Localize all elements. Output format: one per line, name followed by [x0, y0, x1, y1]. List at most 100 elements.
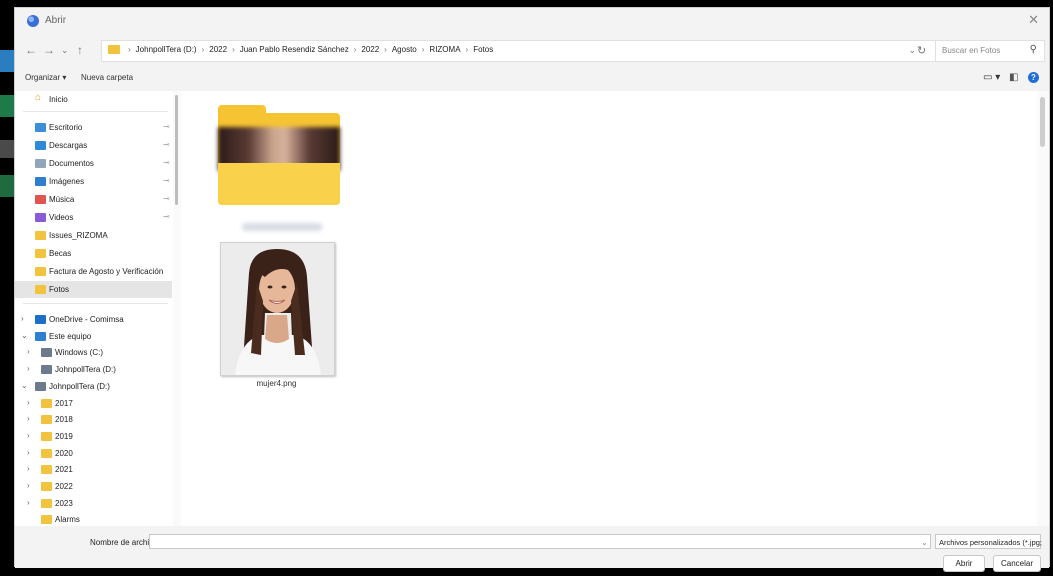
- title-bar: Abrir ✕: [15, 8, 1049, 35]
- sidebar-item[interactable]: › JohnpollTera (D:): [15, 361, 172, 378]
- chevron-right-icon[interactable]: ›: [27, 498, 30, 507]
- sidebar-item-label: Videos: [49, 213, 74, 222]
- close-icon[interactable]: ✕: [1028, 12, 1039, 28]
- navigation-pane: ⌂ Inicio Escritorio ⊸ Descargas ⊸ Documentos…: [15, 91, 172, 526]
- breadcrumb-item[interactable]: 2022: [361, 45, 379, 54]
- sidebar-item[interactable]: › 2021: [15, 461, 172, 478]
- breadcrumb-item[interactable]: JohnpollTera (D:): [136, 45, 197, 54]
- refresh-icon[interactable]: ↻: [917, 44, 926, 57]
- forward-arrow-icon[interactable]: →: [43, 43, 55, 57]
- sidebar-item[interactable]: Música ⊸: [15, 191, 172, 208]
- sidebar-item-label: 2018: [55, 415, 73, 425]
- breadcrumb-item[interactable]: 2022: [209, 45, 227, 54]
- image-thumbnail[interactable]: [220, 242, 335, 376]
- sidebar-item[interactable]: › Windows (C:): [15, 344, 172, 361]
- folder-icon: [35, 231, 46, 240]
- address-history-chevron-icon[interactable]: ⌄: [908, 45, 916, 56]
- chevron-right-icon[interactable]: ›: [27, 448, 30, 457]
- chevron-right-icon[interactable]: ›: [27, 431, 30, 440]
- desktop-strip: [0, 95, 14, 117]
- folder-icon: [41, 482, 52, 491]
- search-icon: ⚲: [1029, 44, 1037, 55]
- sidebar-item[interactable]: Escritorio ⊸: [15, 119, 172, 136]
- sidebar-scrollbar[interactable]: [173, 91, 181, 526]
- filename-input[interactable]: [149, 534, 931, 549]
- pin-icon: ⊸: [163, 212, 170, 221]
- filetype-select[interactable]: Archivos personalizados (*.jpg; ⌄: [935, 534, 1042, 549]
- view-mode-icon[interactable]: ▭ ▾: [983, 72, 1000, 83]
- desktop-strip: [0, 175, 14, 197]
- organize-button[interactable]: Organizar ▾: [25, 73, 66, 82]
- scrollbar-thumb[interactable]: [1040, 97, 1045, 147]
- sidebar-item[interactable]: ⌄ Este equipo: [15, 328, 172, 345]
- sidebar-item[interactable]: Becas: [15, 245, 172, 262]
- search-input[interactable]: Buscar en Fotos: [942, 46, 1000, 55]
- chevron-right-icon[interactable]: ›: [27, 481, 30, 490]
- sidebar-item[interactable]: Fotos: [15, 281, 172, 298]
- sidebar-item-label: OneDrive - Comimsa: [49, 315, 124, 324]
- chrome-app-icon: [27, 15, 39, 27]
- portrait-image: [221, 243, 334, 375]
- drive-icon: [35, 381, 46, 391]
- sidebar-item-label: Este equipo: [49, 331, 92, 341]
- chevron-right-icon[interactable]: ›: [21, 314, 24, 323]
- desktop-strip: [0, 140, 14, 158]
- pin-icon: ⊸: [163, 194, 170, 203]
- back-arrow-icon[interactable]: ←: [25, 43, 37, 57]
- help-icon[interactable]: ?: [1028, 72, 1039, 83]
- folder-icon: [35, 249, 46, 258]
- content-scrollbar[interactable]: [1037, 91, 1049, 526]
- sidebar-item[interactable]: Issues_RIZOMA: [15, 227, 172, 244]
- up-arrow-icon[interactable]: ↑: [77, 43, 83, 57]
- navigation-bar: ← → ⌄ ↑ › JohnpollTera (D:) › 2022 › Jua…: [15, 35, 1049, 67]
- sidebar-item-label: 2021: [55, 465, 73, 475]
- sidebar-item-label: Documentos: [49, 159, 94, 168]
- chevron-right-icon[interactable]: ›: [27, 414, 30, 423]
- sidebar-item[interactable]: › 2020: [15, 445, 172, 462]
- chevron-right-icon[interactable]: ›: [27, 364, 30, 373]
- drive-icon: [41, 348, 52, 358]
- sidebar-item-label: Windows (C:): [55, 348, 104, 358]
- sidebar-item[interactable]: Descargas ⊸: [15, 137, 172, 154]
- folder-name-blurred: [242, 223, 322, 231]
- open-button[interactable]: Abrir: [943, 555, 985, 572]
- sidebar-item[interactable]: Videos ⊸: [15, 209, 172, 226]
- sidebar-item[interactable]: › 2022: [15, 478, 172, 495]
- chevron-right-icon[interactable]: ›: [27, 347, 30, 356]
- sidebar-item[interactable]: › 2018: [15, 411, 172, 428]
- folder-thumbnail[interactable]: [216, 105, 341, 205]
- address-bar[interactable]: › JohnpollTera (D:) › 2022 › Juan Pablo …: [101, 40, 939, 62]
- sidebar-item[interactable]: › OneDrive - Comimsa: [15, 311, 172, 328]
- cancel-button[interactable]: Cancelar: [993, 555, 1041, 572]
- sidebar-item[interactable]: Imágenes ⊸: [15, 173, 172, 190]
- sidebar-item-home[interactable]: ⌂ Inicio: [15, 91, 172, 108]
- search-box[interactable]: Buscar en Fotos ⚲: [935, 40, 1045, 62]
- sidebar-item[interactable]: › 2023: [15, 495, 172, 512]
- sidebar-item-label: JohnpollTera (D:): [49, 381, 110, 391]
- chevron-down-icon[interactable]: ⌄: [21, 381, 28, 390]
- sidebar-item-label: Issues_RIZOMA: [49, 231, 108, 240]
- sidebar-item[interactable]: ⌄ JohnpollTera (D:): [15, 378, 172, 395]
- folder-icon: [41, 448, 52, 458]
- documents-icon: [35, 159, 46, 168]
- recent-dropdown-icon[interactable]: ⌄: [61, 45, 69, 56]
- chevron-down-icon[interactable]: ⌄: [21, 331, 28, 340]
- chevron-down-icon: ⌄: [1032, 538, 1038, 545]
- sidebar-item[interactable]: › 2019: [15, 428, 172, 445]
- breadcrumb-item[interactable]: Fotos: [473, 45, 493, 54]
- scrollbar-thumb[interactable]: [175, 95, 178, 205]
- preview-pane-icon[interactable]: ◧: [1009, 72, 1018, 83]
- chevron-right-icon[interactable]: ›: [27, 398, 30, 407]
- sidebar-item[interactable]: › 2017: [15, 395, 172, 412]
- breadcrumb-item[interactable]: Agosto: [392, 45, 417, 54]
- sidebar-item-label: JohnpollTera (D:): [55, 365, 116, 375]
- breadcrumb-item[interactable]: RIZOMA: [429, 45, 460, 54]
- sidebar-item[interactable]: Alarms: [15, 511, 172, 526]
- breadcrumb-item[interactable]: Juan Pablo Resendiz Sánchez: [240, 45, 349, 54]
- filename-history-chevron-icon[interactable]: ⌄: [921, 538, 928, 547]
- new-folder-button[interactable]: Nueva carpeta: [81, 73, 133, 82]
- sidebar-item[interactable]: Documentos ⊸: [15, 155, 172, 172]
- folder-icon: [41, 498, 52, 508]
- chevron-right-icon[interactable]: ›: [27, 464, 30, 473]
- sidebar-item[interactable]: Factura de Agosto y Verificación: [15, 263, 172, 280]
